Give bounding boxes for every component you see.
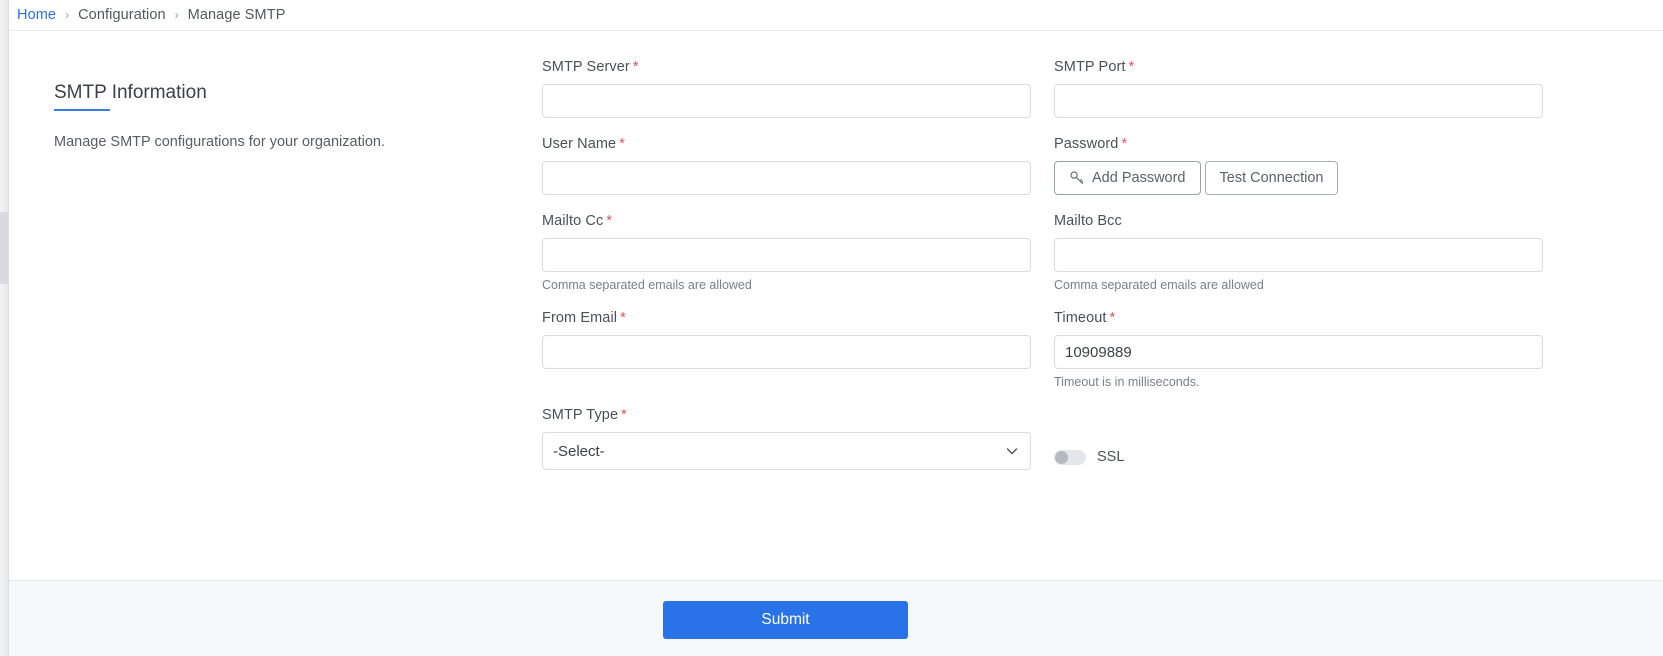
label-user-name-text: User Name	[542, 136, 617, 152]
required-asterisk: *	[619, 136, 625, 152]
label-smtp-port: SMTP Port *	[1054, 59, 1543, 75]
label-mailto-cc: Mailto Cc *	[542, 213, 1031, 229]
user-name-input[interactable]	[542, 161, 1031, 195]
form-footer: Submit	[9, 580, 1663, 656]
label-mailto-bcc: Mailto Bcc	[1054, 213, 1543, 229]
ssl-label: SSL	[1097, 449, 1125, 465]
required-asterisk: *	[1128, 59, 1135, 75]
ssl-toggle[interactable]	[1054, 449, 1086, 465]
label-timeout: Timeout *	[1054, 310, 1543, 326]
sidebar-edge-divider	[8, 0, 9, 656]
breadcrumb-item-configuration[interactable]: Configuration	[78, 7, 166, 23]
required-asterisk: *	[632, 59, 639, 75]
form-row-type-ssl: SMTP Type * -Select- SSL	[542, 407, 1542, 488]
field-smtp-server: SMTP Server *	[542, 59, 1031, 118]
mailto-bcc-input[interactable]	[1054, 238, 1543, 272]
test-connection-button-label: Test Connection	[1219, 170, 1324, 186]
field-password: Password * Add Password Test Connection	[1054, 136, 1542, 195]
ssl-toggle-row: SSL	[1054, 438, 1542, 476]
required-asterisk: *	[621, 407, 627, 423]
label-password-text: Password	[1054, 136, 1119, 152]
submit-button[interactable]: Submit	[663, 601, 908, 639]
section-info: SMTP Information Manage SMTP configurati…	[54, 82, 474, 152]
field-user-name: User Name *	[542, 136, 1031, 195]
breadcrumb-separator-icon: ›	[174, 8, 179, 22]
smtp-form-card: SMTP Information Manage SMTP configurati…	[9, 31, 1663, 580]
form-row-username-password: User Name * Password * Add Password Test…	[542, 136, 1542, 213]
label-user-name: User Name *	[542, 136, 1031, 152]
field-mailto-bcc: Mailto Bcc Comma separated emails are al…	[1054, 213, 1543, 292]
add-password-button-label: Add Password	[1092, 170, 1186, 186]
required-asterisk: *	[1109, 310, 1116, 326]
key-icon	[1069, 170, 1085, 186]
page-title: SMTP Information	[54, 82, 207, 111]
mailto-bcc-help-text: Comma separated emails are allowed	[1054, 278, 1264, 292]
label-smtp-server-text: SMTP Server	[542, 59, 630, 75]
field-from-email: From Email *	[542, 310, 1031, 389]
smtp-type-select[interactable]: -Select-	[542, 432, 1031, 470]
required-asterisk: *	[606, 213, 613, 229]
form-row-from-timeout: From Email* Timeout* Timeout is in milli…	[542, 310, 1543, 407]
field-mailto-cc: Mailto Cc * Comma separated emails are al…	[542, 213, 1031, 292]
timeout-input[interactable]	[1054, 335, 1543, 369]
label-mailto-bcc-text: Mailto Bcc	[1054, 213, 1122, 229]
form-row-mailto: Mailto Cc * Comma separated emails are al…	[542, 213, 1543, 310]
form-row-server-port: SMTP Server * SMTP Port *	[542, 59, 1543, 136]
smtp-server-input[interactable]	[542, 84, 1031, 118]
label-smtp-type-text: SMTP Type	[542, 407, 619, 423]
smtp-port-input[interactable]	[1054, 84, 1543, 118]
field-timeout: Timeout* Timeout is in milliseconds.	[1054, 310, 1543, 389]
collapsed-sidebar-strip[interactable]	[0, 0, 9, 656]
add-password-button[interactable]: Add Password	[1054, 161, 1201, 195]
test-connection-button[interactable]: Test Connection	[1204, 161, 1339, 195]
form-fields-grid: SMTP Server * SMTP Port * User Name * Pa…	[542, 59, 1543, 488]
breadcrumb-item-manage-smtp: Manage SMTP	[187, 7, 286, 23]
breadcrumb-item-home[interactable]: Home	[17, 7, 56, 23]
smtp-type-select-wrap: -Select-	[542, 432, 1031, 470]
from-email-input[interactable]	[542, 335, 1031, 369]
label-smtp-type: SMTP Type *	[542, 407, 1031, 423]
label-mailto-cc-text: Mailto Cc	[542, 213, 604, 229]
label-from-email-text: From Email	[542, 310, 618, 326]
required-asterisk: *	[1121, 136, 1128, 152]
label-from-email: From Email *	[542, 310, 1031, 326]
label-timeout-text: Timeout	[1054, 310, 1107, 326]
label-password: Password *	[1054, 136, 1542, 152]
ssl-toggle-knob	[1055, 450, 1068, 464]
breadcrumb-separator-icon: ›	[65, 8, 70, 22]
field-smtp-type: SMTP Type * -Select-	[542, 407, 1031, 470]
timeout-help-text: Timeout is in milliseconds.	[1054, 375, 1200, 389]
field-smtp-port: SMTP Port *	[1054, 59, 1543, 118]
breadcrumb: Home › Configuration › Manage SMTP	[9, 0, 1663, 31]
label-smtp-port-text: SMTP Port	[1054, 59, 1126, 75]
section-subtitle: Manage SMTP configurations for your orga…	[54, 134, 385, 150]
required-asterisk: *	[620, 310, 626, 326]
label-smtp-server: SMTP Server *	[542, 59, 1031, 75]
mailto-cc-help-text: Comma separated emails are allowed	[542, 278, 752, 292]
password-actions: Add Password Test Connection	[1054, 161, 1542, 195]
mailto-cc-input[interactable]	[542, 238, 1031, 272]
field-ssl: SSL	[1054, 407, 1542, 488]
